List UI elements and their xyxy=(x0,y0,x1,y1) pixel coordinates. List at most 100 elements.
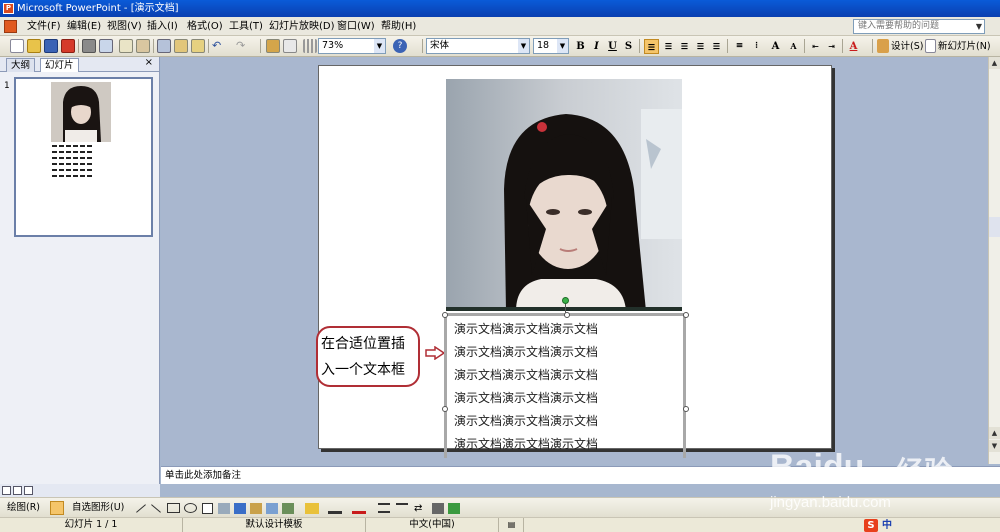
tab-slides[interactable]: 幻灯片 xyxy=(40,58,79,72)
font-color-icon[interactable] xyxy=(352,503,366,514)
arrow-icon[interactable] xyxy=(151,504,161,513)
chevron-down-icon[interactable]: ▼ xyxy=(976,20,982,33)
close-icon[interactable]: × xyxy=(145,57,153,68)
slide-canvas[interactable]: 在合适位置插 入一个文本框 演示文档演示文档演示文档 演示文档演示文档演示文档 … xyxy=(316,65,832,458)
permission-icon[interactable] xyxy=(61,39,75,53)
line-style-icon[interactable] xyxy=(378,503,390,513)
increase-indent-icon[interactable]: ⇥ xyxy=(824,39,839,54)
font-size-combo[interactable]: 18 ▼ xyxy=(533,38,569,54)
diagram-icon[interactable] xyxy=(250,503,262,514)
bullets-icon[interactable]: ⁝ xyxy=(749,39,764,54)
table-icon[interactable] xyxy=(283,39,297,53)
draw-menu-button[interactable]: 绘图(R) xyxy=(7,501,40,515)
redo-icon[interactable]: ↷ xyxy=(236,39,250,53)
menu-file[interactable]: 文件(F) xyxy=(24,19,64,34)
slide-photo[interactable] xyxy=(446,79,682,311)
chart-icon[interactable] xyxy=(266,39,280,53)
picture-icon[interactable] xyxy=(282,503,294,514)
wordart-icon[interactable] xyxy=(234,503,246,514)
chevron-down-icon[interactable]: ▼ xyxy=(557,39,568,53)
zoom-combo[interactable]: 73% ▼ xyxy=(318,38,386,54)
vertical-textbox-icon[interactable] xyxy=(218,503,230,514)
vertical-scrollbar[interactable]: ▲ ▲ ▼ xyxy=(988,57,1000,464)
autoshapes-button[interactable]: 自选图形(U) xyxy=(72,501,124,515)
text-box-content[interactable]: 演示文档演示文档演示文档 演示文档演示文档演示文档 演示文档演示文档演示文档 演… xyxy=(454,318,598,456)
increase-font-icon[interactable]: A xyxy=(768,39,783,54)
chevron-down-icon[interactable]: ▼ xyxy=(518,39,529,53)
justify-icon[interactable]: ☰ xyxy=(693,39,708,54)
selected-text-box[interactable]: 演示文档演示文档演示文档 演示文档演示文档演示文档 演示文档演示文档演示文档 演… xyxy=(442,312,689,458)
numbering-icon[interactable]: ≡ xyxy=(732,39,747,54)
scroll-thumb[interactable] xyxy=(989,217,1000,237)
save-icon[interactable] xyxy=(44,39,58,53)
textbox-icon[interactable] xyxy=(202,503,213,514)
dash-style-icon[interactable] xyxy=(396,503,408,513)
slideshow-view-icon[interactable] xyxy=(24,486,33,495)
design-button[interactable]: 设计(S) xyxy=(891,39,923,54)
menu-window[interactable]: 窗口(W) xyxy=(334,19,378,34)
grid-icon[interactable] xyxy=(303,39,317,53)
line-color-icon[interactable] xyxy=(328,503,342,514)
tab-outline[interactable]: 大纲 xyxy=(6,58,36,72)
print-icon[interactable] xyxy=(82,39,96,53)
italic-button[interactable]: I xyxy=(589,39,604,54)
resize-handle[interactable] xyxy=(683,406,689,412)
decrease-font-icon[interactable]: A xyxy=(786,39,801,54)
help-icon[interactable]: ? xyxy=(393,39,407,53)
resize-handle[interactable] xyxy=(683,312,689,318)
cut-icon[interactable] xyxy=(157,39,171,53)
select-pointer-icon[interactable] xyxy=(50,501,64,515)
line-icon[interactable] xyxy=(136,504,146,513)
oval-icon[interactable] xyxy=(184,503,197,513)
scroll-prev-slide-icon[interactable]: ▲ xyxy=(989,427,1000,439)
clipart-icon[interactable] xyxy=(266,503,278,514)
align-right-icon[interactable]: ☰ xyxy=(677,39,692,54)
resize-handle[interactable] xyxy=(564,312,570,318)
open-icon[interactable] xyxy=(27,39,41,53)
rectangle-icon[interactable] xyxy=(167,503,180,513)
paste-icon[interactable] xyxy=(191,39,205,53)
align-center-icon[interactable]: ☰ xyxy=(661,39,676,54)
new-icon[interactable] xyxy=(10,39,24,53)
document-icon[interactable] xyxy=(4,20,17,33)
menu-slideshow[interactable]: 幻灯片放映(D) xyxy=(266,19,338,34)
research-icon[interactable] xyxy=(136,39,150,53)
scroll-next-slide-icon[interactable]: ▼ xyxy=(989,440,1000,452)
align-left-icon[interactable]: ☰ xyxy=(644,39,659,54)
font-name-combo[interactable]: 宋体 ▼ xyxy=(426,38,530,54)
bold-button[interactable]: B xyxy=(573,39,588,54)
shadow-button[interactable]: S xyxy=(621,39,636,54)
slide-sorter-icon[interactable] xyxy=(13,486,22,495)
new-slide-button[interactable]: 新幻灯片(N) xyxy=(938,39,991,54)
arrow-style-icon[interactable]: ⇄ xyxy=(414,503,426,514)
design-icon[interactable] xyxy=(877,39,889,53)
menu-view[interactable]: 视图(V) xyxy=(104,19,145,34)
menu-insert[interactable]: 插入(I) xyxy=(144,19,181,34)
distribute-icon[interactable]: ☰ xyxy=(709,39,724,54)
slide-thumbnail[interactable] xyxy=(14,77,153,237)
spelling-icon[interactable] xyxy=(119,39,133,53)
ime-mode[interactable]: 中 xyxy=(882,519,892,532)
shadow-style-icon[interactable] xyxy=(432,503,444,514)
menu-tools[interactable]: 工具(T) xyxy=(226,19,266,34)
rotate-handle[interactable] xyxy=(562,297,569,304)
underline-button[interactable]: U xyxy=(605,39,620,54)
fill-color-icon[interactable] xyxy=(305,503,319,514)
notes-pane[interactable]: 单击此处添加备注 xyxy=(161,466,1000,484)
normal-view-icon[interactable] xyxy=(2,486,11,495)
menu-edit[interactable]: 编辑(E) xyxy=(64,19,104,34)
copy-icon[interactable] xyxy=(174,39,188,53)
resize-handle[interactable] xyxy=(442,312,448,318)
scroll-up-icon[interactable]: ▲ xyxy=(989,57,1000,69)
decrease-indent-icon[interactable]: ⇤ xyxy=(808,39,823,54)
new-slide-icon[interactable] xyxy=(925,39,936,53)
menu-help[interactable]: 帮助(H) xyxy=(378,19,419,34)
font-color-icon[interactable]: A xyxy=(846,39,861,54)
resize-handle[interactable] xyxy=(442,406,448,412)
print-preview-icon[interactable] xyxy=(99,39,113,53)
help-search-input[interactable]: 键入需要帮助的问题 ▼ xyxy=(853,19,985,34)
3d-style-icon[interactable] xyxy=(448,503,460,514)
undo-icon[interactable]: ↶ xyxy=(212,39,226,53)
chevron-down-icon[interactable]: ▼ xyxy=(374,39,385,53)
menu-format[interactable]: 格式(O) xyxy=(184,19,226,34)
